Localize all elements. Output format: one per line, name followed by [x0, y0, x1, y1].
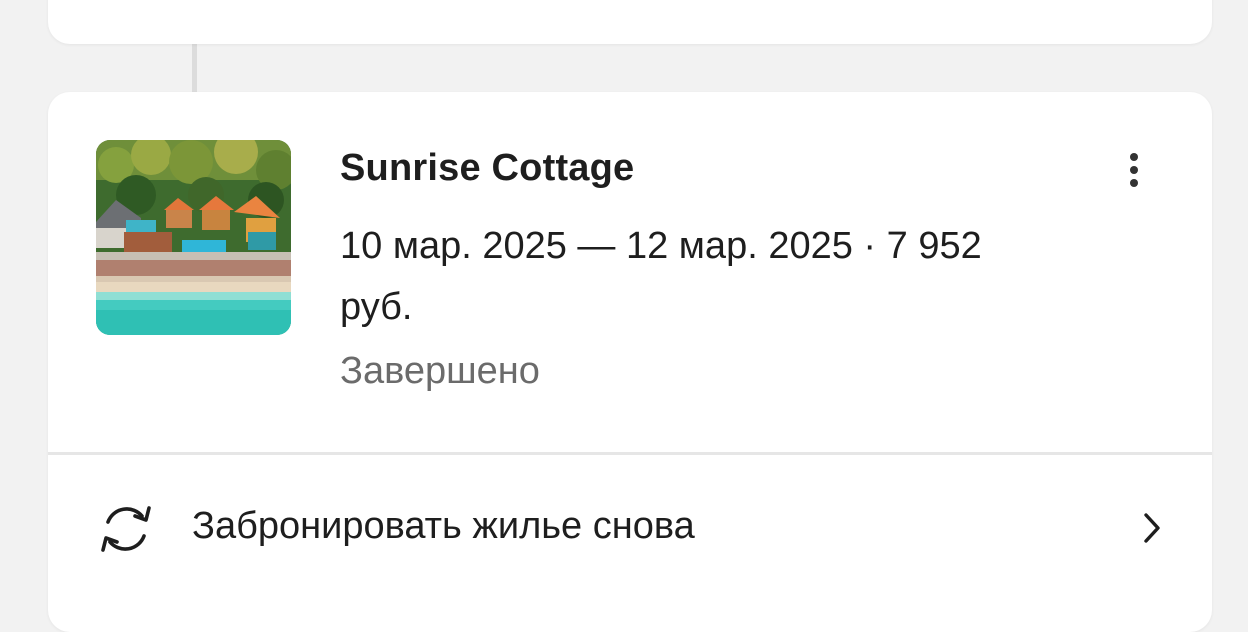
timeline-connector — [192, 40, 197, 96]
refresh-icon — [101, 506, 151, 552]
rebook-button[interactable]: Забронировать жилье снова — [48, 455, 1212, 601]
more-options-button[interactable] — [1110, 144, 1158, 196]
more-vertical-icon — [1130, 153, 1138, 161]
booking-card[interactable]: Sunrise Cottage 10 мар. 2025 — 12 мар. 2… — [48, 92, 1212, 632]
booking-dates-price: 10 мар. 2025 — 12 мар. 2025 · 7 952 руб. — [340, 225, 982, 328]
rebook-label: Забронировать жилье снова — [192, 505, 695, 547]
property-title: Sunrise Cottage — [340, 147, 635, 189]
booking-status: Завершено — [340, 350, 540, 392]
chevron-right-icon — [1144, 513, 1160, 543]
booking-thumbnail[interactable] — [96, 140, 291, 335]
previous-booking-card[interactable] — [48, 0, 1212, 44]
resort-photo — [96, 140, 291, 335]
